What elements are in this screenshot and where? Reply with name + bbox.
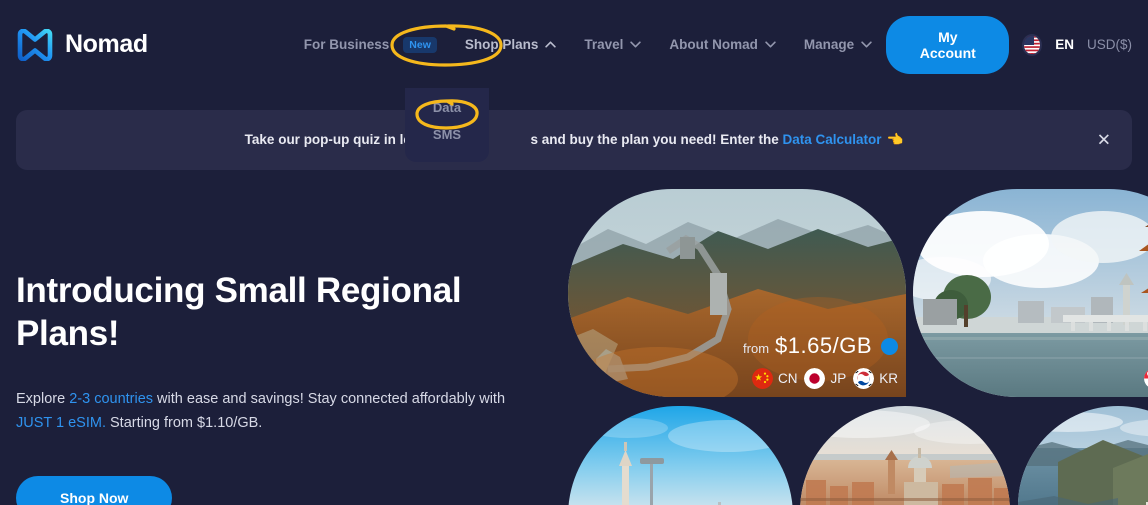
price-value: $1.65/GB xyxy=(775,333,872,358)
chevron-up-icon xyxy=(545,41,557,48)
country-code: KR xyxy=(879,371,898,386)
sg-flag-icon xyxy=(1144,368,1148,389)
hero-subtitle: Explore 2-3 countries with ease and savi… xyxy=(16,388,528,435)
nav-item-label: About Nomad xyxy=(669,37,758,52)
destination-card-mediterranean[interactable] xyxy=(1018,406,1148,505)
chevron-down-icon xyxy=(630,41,642,48)
jp-flag-icon xyxy=(804,368,826,389)
hero-sub-part: Explore xyxy=(16,391,70,408)
hero-sub-highlight-esim: JUST 1 eSIM. xyxy=(16,414,106,431)
nav-item-label: Manage xyxy=(803,37,855,52)
cn-flag-icon xyxy=(751,368,773,389)
data-calculator-link[interactable]: Data Calculator xyxy=(782,132,881,147)
chevron-down-icon xyxy=(765,41,776,48)
my-account-button[interactable]: My Account xyxy=(886,15,1010,74)
new-badge: New xyxy=(403,36,437,53)
country-code: CN xyxy=(777,371,798,386)
nav-item-manage[interactable]: Manage xyxy=(790,37,886,52)
hero-content: Introducing Small Regional Plans! Explor… xyxy=(16,270,556,505)
destination-card-southeast-asia[interactable]: from SG xyxy=(913,189,1148,397)
card-price: from $1.65/GB xyxy=(743,333,898,359)
promo-text-middle: s and buy the plan you need! Enter the xyxy=(530,132,783,147)
chevron-down-icon xyxy=(861,41,872,48)
kr-flag-icon xyxy=(853,368,875,389)
shop-now-button[interactable]: Shop Now xyxy=(16,476,173,505)
nav-right-group: My Account EN USD($) xyxy=(886,15,1132,74)
coastal-cliff-photo xyxy=(1018,406,1148,505)
dropdown-item-sms[interactable]: SMS xyxy=(433,127,461,142)
nav-item-label: Travel xyxy=(584,37,624,52)
thai-pavilion-photo xyxy=(913,189,1148,397)
currency-selector[interactable]: USD($) xyxy=(1087,37,1132,52)
minaret-skyline-photo xyxy=(568,406,793,505)
country-sg: SG xyxy=(1144,368,1148,389)
country-jp: JP xyxy=(804,368,846,389)
nav-item-for-business[interactable]: For Business New xyxy=(290,36,451,53)
shop-plans-dropdown-menu: Data SMS xyxy=(405,88,489,162)
country-kr: KR xyxy=(853,368,898,389)
nav-item-travel[interactable]: Travel xyxy=(570,37,655,52)
price-from-label: from xyxy=(743,341,770,356)
promo-banner-text: Take our pop-up quiz in less th s and buy… xyxy=(245,132,904,148)
country-cn: CN xyxy=(751,368,798,389)
country-code: JP xyxy=(830,371,847,386)
nav-item-label: For Business xyxy=(303,37,390,52)
destination-card-middle-east[interactable] xyxy=(568,406,793,505)
pointing-hand-icon: 👈 xyxy=(886,132,904,147)
great-wall-of-china-photo xyxy=(568,189,906,397)
nav-item-shop-plans[interactable]: Shop Plans xyxy=(451,37,571,52)
venice-aerial-photo xyxy=(800,406,1010,505)
us-flag-icon[interactable] xyxy=(1022,33,1043,56)
nomad-logo-icon xyxy=(16,28,54,61)
dropdown-item-data[interactable]: Data xyxy=(433,100,461,115)
card-country-flags: CN JP KR xyxy=(751,368,898,389)
brand-logo[interactable]: Nomad xyxy=(16,28,148,61)
close-icon[interactable]: ✕ xyxy=(1097,132,1111,149)
nav-links: For Business New Shop Plans Travel About… xyxy=(290,36,886,53)
nav-item-label: Shop Plans xyxy=(464,37,539,52)
price-accent-dot xyxy=(881,337,898,355)
destination-card-asia[interactable]: from $1.65/GB CN JP KR xyxy=(568,189,906,397)
top-navigation-bar: Nomad For Business New Shop Plans Travel… xyxy=(0,0,1148,89)
page-title: Introducing Small Regional Plans! xyxy=(16,271,462,353)
brand-name: Nomad xyxy=(65,30,148,58)
hero-sub-part: with ease and savings! Stay connected af… xyxy=(153,391,506,408)
language-selector[interactable]: EN xyxy=(1055,37,1074,52)
destination-card-europe[interactable] xyxy=(800,406,1010,505)
hero-sub-part: Starting from $1.10/GB. xyxy=(105,414,263,431)
promo-banner: Take our pop-up quiz in less th s and buy… xyxy=(16,110,1132,170)
nav-item-about-nomad[interactable]: About Nomad xyxy=(655,37,790,52)
hero-sub-highlight-countries: 2-3 countries xyxy=(69,391,154,408)
card-country-flags: SG xyxy=(1144,368,1148,389)
